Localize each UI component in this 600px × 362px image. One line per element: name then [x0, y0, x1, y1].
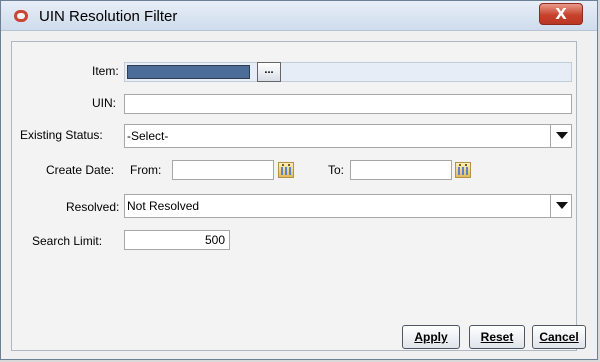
cancel-button[interactable]: Cancel — [532, 325, 586, 349]
search-limit-input[interactable]: 500 — [124, 230, 230, 250]
chevron-down-icon[interactable] — [550, 195, 571, 217]
calendar-icon[interactable] — [455, 162, 471, 178]
filter-form: Item: ... UIN: Existing Status: -Select-… — [11, 41, 586, 351]
resolved-label: Resolved: — [66, 200, 120, 214]
from-label: From: — [130, 163, 162, 177]
existing-status-label: Existing Status: — [20, 128, 103, 142]
dialog-title: UIN Resolution Filter — [39, 8, 178, 25]
uin-input[interactable] — [124, 94, 572, 114]
resolved-select[interactable]: Not Resolved — [124, 194, 572, 218]
existing-status-select[interactable]: -Select- — [124, 124, 572, 148]
oracle-app-icon — [14, 10, 28, 22]
existing-status-value: -Select- — [127, 129, 169, 143]
item-field[interactable] — [124, 62, 572, 82]
to-date-input[interactable] — [350, 160, 452, 180]
item-label: Item: — [92, 64, 119, 78]
close-button[interactable]: X — [539, 3, 583, 25]
resolved-value: Not Resolved — [127, 199, 200, 213]
apply-button[interactable]: Apply — [402, 325, 460, 349]
reset-button[interactable]: Reset — [469, 325, 525, 349]
search-limit-label: Search Limit: — [32, 234, 103, 248]
title-bar: UIN Resolution Filter X — [1, 1, 597, 31]
item-lookup-button[interactable]: ... — [257, 62, 281, 82]
calendar-icon[interactable] — [278, 162, 294, 178]
to-label: To: — [328, 163, 345, 177]
dialog-window: UIN Resolution Filter X Item: ... UIN: E… — [0, 0, 598, 360]
item-selected-value — [127, 65, 250, 79]
from-date-input[interactable] — [172, 160, 274, 180]
chevron-down-icon[interactable] — [550, 125, 571, 147]
create-date-label: Create Date: — [46, 163, 115, 177]
uin-label: UIN: — [92, 96, 116, 110]
